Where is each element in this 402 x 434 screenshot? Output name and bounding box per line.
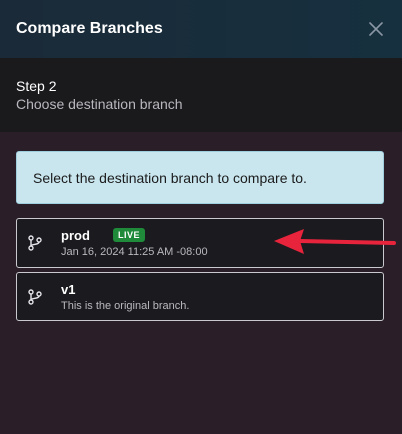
branch-name: v1 [61, 282, 76, 297]
annotation-arrow-icon [274, 229, 396, 254]
branch-description: This is the original branch. [61, 300, 190, 312]
branch-timestamp: Jan 16, 2024 11:25 AM -08:00 [61, 246, 208, 258]
branch-name: prod [61, 228, 90, 243]
branch-option-v1[interactable]: v1 This is the original branch. [16, 272, 384, 321]
branch-icon [28, 289, 42, 305]
modal-header: Compare Branches [0, 0, 402, 58]
modal-title: Compare Branches [16, 20, 163, 37]
info-message-text: Select the destination branch to compare… [33, 169, 307, 186]
close-button[interactable] [366, 19, 386, 39]
step-label: Step 2 [16, 78, 57, 94]
branch-icon [28, 235, 42, 251]
info-message: Select the destination branch to compare… [16, 151, 384, 204]
live-badge: LIVE [113, 228, 146, 242]
step-section: Step 2 Choose destination branch [0, 58, 402, 132]
close-icon [369, 22, 383, 36]
step-subtitle: Choose destination branch [16, 96, 183, 112]
